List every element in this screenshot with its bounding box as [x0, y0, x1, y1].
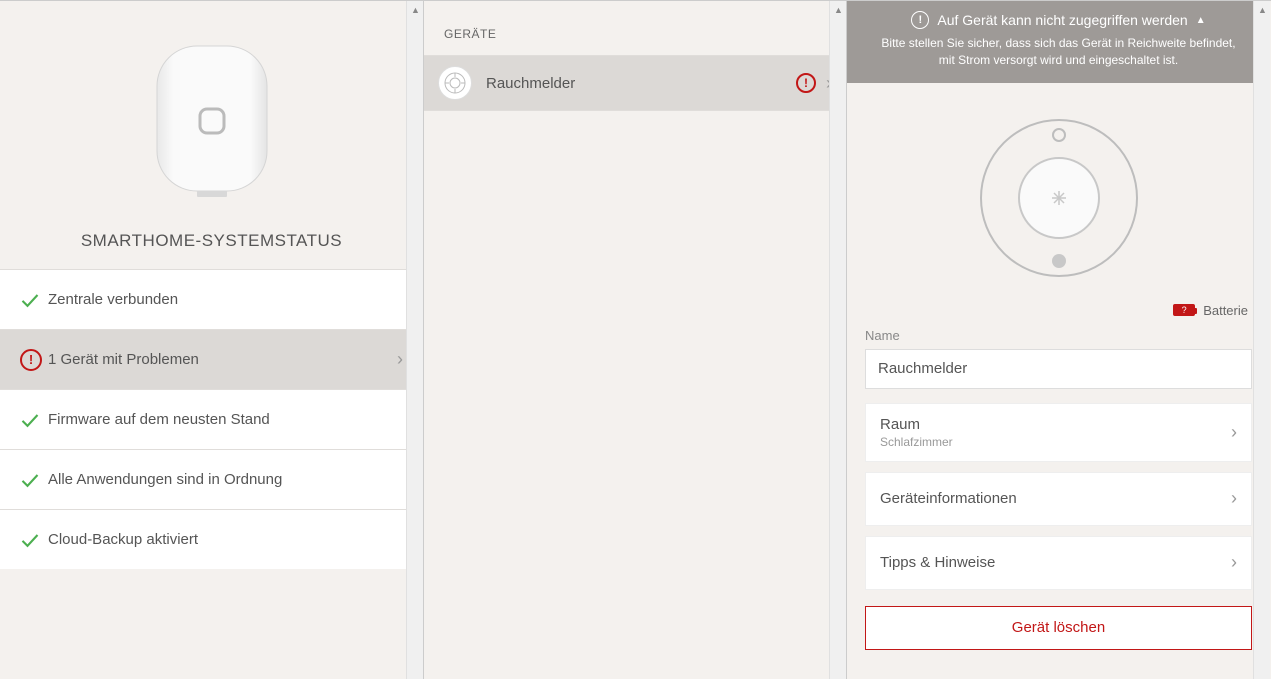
system-status-panel: SMARTHOME-SYSTEMSTATUS Zentrale verbunde… — [0, 1, 424, 679]
device-item-rauchmelder[interactable]: Rauchmelder ! › — [424, 55, 846, 111]
collapse-icon: ▲ — [1196, 15, 1206, 26]
banner-title: Auf Gerät kann nicht zugegriffen werden — [937, 12, 1187, 28]
check-icon — [20, 530, 48, 550]
chevron-right-icon: › — [1231, 552, 1237, 573]
scroll-up-icon[interactable]: ▲ — [830, 1, 847, 18]
scroll-up-icon[interactable]: ▲ — [407, 1, 424, 18]
device-info-row[interactable]: Geräteinformationen › — [865, 472, 1252, 526]
scrollbar[interactable]: ▲ — [406, 1, 423, 679]
status-item-firmware[interactable]: Firmware auf dem neusten Stand — [0, 389, 423, 449]
alert-icon: ! — [911, 11, 929, 29]
smoke-detector-illustration — [847, 83, 1270, 303]
device-detail-panel: ! Auf Gerät kann nicht zugegriffen werde… — [847, 1, 1270, 679]
device-label: Rauchmelder — [486, 75, 796, 92]
status-item-connected[interactable]: Zentrale verbunden — [0, 269, 423, 329]
status-item-apps[interactable]: Alle Anwendungen sind in Ordnung — [0, 449, 423, 509]
scrollbar[interactable]: ▲ — [1253, 1, 1270, 679]
banner-subtitle: Bitte stellen Sie sicher, dass sich das … — [877, 35, 1240, 69]
check-icon — [20, 470, 48, 490]
room-value: Schlafzimmer — [880, 435, 1231, 449]
scrollbar[interactable]: ▲ — [829, 1, 846, 679]
status-label: Alle Anwendungen sind in Ordnung — [48, 471, 403, 488]
status-label: Zentrale verbunden — [48, 291, 403, 308]
status-label: Firmware auf dem neusten Stand — [48, 411, 403, 428]
status-list: Zentrale verbunden ! 1 Gerät mit Problem… — [0, 269, 423, 569]
battery-label: Batterie — [1203, 303, 1248, 318]
room-label: Raum — [880, 416, 1231, 433]
detail-list: Raum Schlafzimmer › Geräteinformationen … — [847, 403, 1270, 590]
name-label: Name — [865, 328, 1252, 343]
devices-header: GERÄTE — [424, 1, 846, 55]
status-label: 1 Gerät mit Problemen — [48, 351, 397, 368]
room-row[interactable]: Raum Schlafzimmer › — [865, 403, 1252, 462]
chevron-right-icon: › — [1231, 422, 1237, 443]
device-info-label: Geräteinformationen — [880, 490, 1231, 507]
battery-warning-icon — [1173, 304, 1195, 316]
scroll-up-icon[interactable]: ▲ — [1254, 1, 1270, 18]
battery-status: Batterie — [847, 303, 1270, 328]
chevron-right-icon: › — [397, 349, 403, 370]
hub-device-illustration — [147, 41, 277, 201]
device-name-input[interactable] — [865, 349, 1252, 389]
status-item-backup[interactable]: Cloud-Backup aktiviert — [0, 509, 423, 569]
alert-icon: ! — [796, 73, 816, 93]
check-icon — [20, 410, 48, 430]
warning-banner[interactable]: ! Auf Gerät kann nicht zugegriffen werde… — [847, 1, 1270, 83]
chevron-right-icon: › — [1231, 488, 1237, 509]
devices-panel: GERÄTE Rauchmelder ! › ▲ — [424, 1, 847, 679]
tips-label: Tipps & Hinweise — [880, 554, 1231, 571]
status-item-problem[interactable]: ! 1 Gerät mit Problemen › — [0, 329, 423, 389]
delete-device-button[interactable]: Gerät löschen — [865, 606, 1252, 650]
hub-image — [0, 1, 423, 231]
check-icon — [20, 290, 48, 310]
tips-row[interactable]: Tipps & Hinweise › — [865, 536, 1252, 590]
smoke-detector-small-icon — [438, 66, 472, 100]
system-status-title: SMARTHOME-SYSTEMSTATUS — [0, 231, 423, 269]
alert-icon: ! — [20, 349, 48, 371]
status-label: Cloud-Backup aktiviert — [48, 531, 403, 548]
name-field-section: Name — [847, 328, 1270, 403]
